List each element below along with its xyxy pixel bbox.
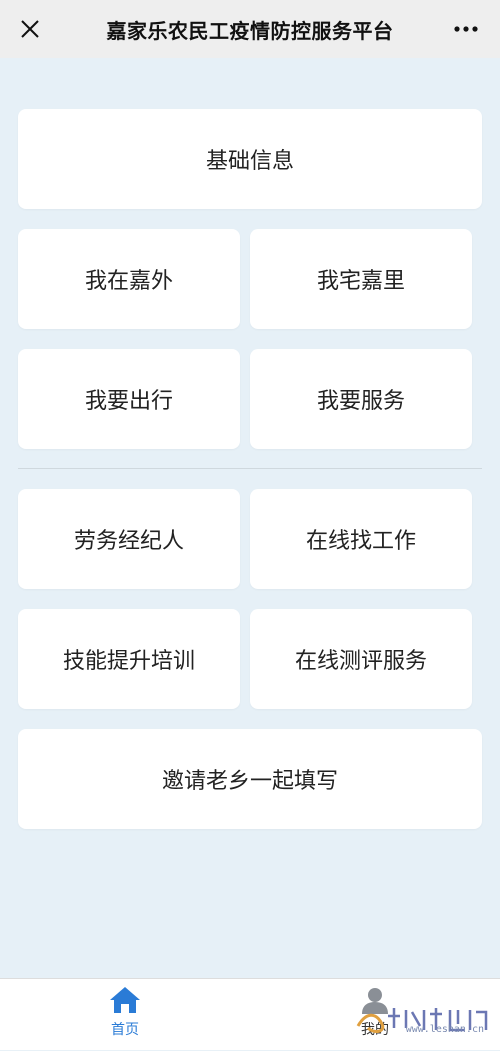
home-jia-button[interactable]: 我宅嘉里 [250, 229, 472, 329]
service-button[interactable]: 我要服务 [250, 349, 472, 449]
labor-agent-button[interactable]: 劳务经纪人 [18, 489, 240, 589]
online-assessment-button[interactable]: 在线测评服务 [250, 609, 472, 709]
find-job-button[interactable]: 在线找工作 [250, 489, 472, 589]
basic-info-button[interactable]: 基础信息 [18, 109, 482, 209]
travel-button[interactable]: 我要出行 [18, 349, 240, 449]
main-content: 基础信息 我在嘉外 我宅嘉里 我要出行 我要服务 劳务经纪人 在线找工作 技能提… [0, 58, 500, 978]
watermark-url: www.leshan.cn [405, 1024, 484, 1035]
more-button[interactable] [446, 9, 486, 49]
close-icon [21, 20, 39, 38]
title-bar: 嘉家乐农民工疫情防控服务平台 [0, 0, 500, 58]
tab-home[interactable]: 首页 [65, 979, 185, 1051]
section-divider [18, 468, 482, 469]
site-watermark: www.leshan.cn [344, 994, 494, 1044]
close-button[interactable] [10, 9, 50, 49]
more-dots-icon [454, 26, 478, 32]
page-title: 嘉家乐农民工疫情防控服务平台 [106, 18, 394, 43]
tab-home-label: 首页 [111, 1022, 139, 1038]
skill-training-button[interactable]: 技能提升培训 [18, 609, 240, 709]
outside-jia-button[interactable]: 我在嘉外 [18, 229, 240, 329]
home-icon [110, 987, 140, 1013]
invite-button[interactable]: 邀请老乡一起填写 [18, 729, 482, 829]
